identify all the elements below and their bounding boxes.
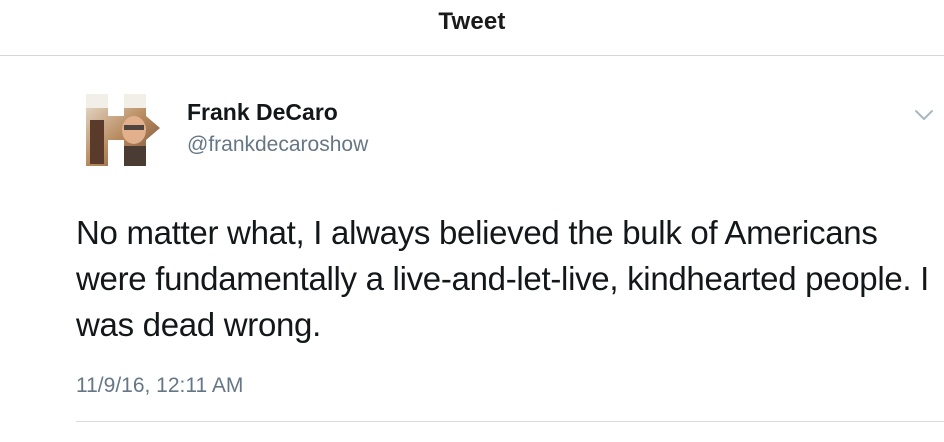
- navigation-bar: Tweet: [0, 0, 944, 56]
- tweet-timestamp: 11/9/16, 12:11 AM: [76, 374, 244, 397]
- tweet-text: No matter what, I always believed the bu…: [76, 214, 930, 343]
- author-display-name[interactable]: Frank DeCaro: [187, 99, 338, 126]
- chevron-down-icon[interactable]: [914, 108, 934, 122]
- page-title: Tweet: [438, 8, 506, 35]
- tweet-detail: Frank DeCaro @frankdecaroshow No matter …: [0, 56, 944, 442]
- profile-photo-h-logo-icon[interactable]: [86, 94, 168, 166]
- divider: [76, 421, 944, 422]
- author-handle[interactable]: @frankdecaroshow: [187, 133, 368, 157]
